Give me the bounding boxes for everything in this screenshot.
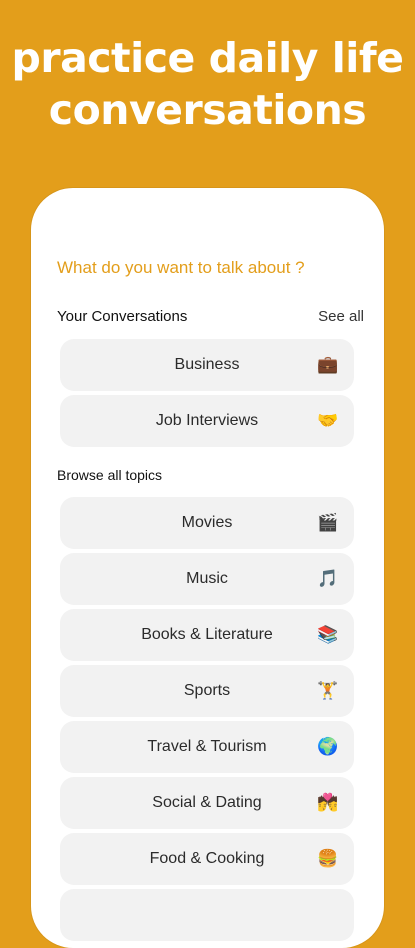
topic-label: Movies bbox=[181, 514, 233, 531]
handshake-icon: 🤝 bbox=[317, 411, 339, 430]
topic-item-sports[interactable]: Sports 🏋 bbox=[60, 665, 354, 717]
topic-label: Sports bbox=[183, 682, 231, 699]
topic-item-movies[interactable]: Movies 🎬 bbox=[60, 497, 354, 549]
couple-kiss-icon: 💏 bbox=[317, 793, 339, 812]
headline-line-2: conversations bbox=[48, 86, 367, 134]
globe-icon: 🌍 bbox=[317, 737, 339, 756]
music-note-icon: 🎵 bbox=[317, 569, 339, 588]
phone-card: What do you want to talk about ? Your Co… bbox=[31, 188, 384, 948]
conversation-item-business[interactable]: Business 💼 bbox=[60, 339, 354, 391]
topic-item-travel-tourism[interactable]: Travel & Tourism 🌍 bbox=[60, 721, 354, 773]
weightlifter-icon: 🏋 bbox=[317, 681, 339, 700]
topic-item-social-dating[interactable]: Social & Dating 💏 bbox=[60, 777, 354, 829]
burger-icon: 🍔 bbox=[317, 849, 339, 868]
briefcase-icon: 💼 bbox=[317, 355, 339, 374]
topic-label: Food & Cooking bbox=[149, 850, 265, 867]
headline-line-1: practice daily life bbox=[11, 34, 404, 82]
topic-item-partial[interactable] bbox=[60, 889, 354, 941]
clapperboard-icon: 🎬 bbox=[317, 513, 339, 532]
browse-topics-title: Browse all topics bbox=[57, 467, 163, 483]
topic-item-books-literature[interactable]: Books & Literature 📚 bbox=[60, 609, 354, 661]
topic-label: Business bbox=[174, 356, 240, 373]
topic-question: What do you want to talk about ? bbox=[57, 258, 305, 277]
your-conversations-title: Your Conversations bbox=[57, 308, 188, 325]
conversation-item-job-interviews[interactable]: Job Interviews 🤝 bbox=[60, 395, 354, 447]
topic-label: Job Interviews bbox=[155, 412, 259, 429]
topic-label: Travel & Tourism bbox=[147, 738, 267, 755]
books-icon: 📚 bbox=[317, 625, 339, 644]
headline: practice daily life conversations bbox=[0, 32, 415, 136]
topic-label: Books & Literature bbox=[141, 626, 273, 643]
topic-item-music[interactable]: Music 🎵 bbox=[60, 553, 354, 605]
topic-label: Social & Dating bbox=[152, 794, 262, 811]
topic-item-food-cooking[interactable]: Food & Cooking 🍔 bbox=[60, 833, 354, 885]
topic-label: Music bbox=[186, 570, 228, 587]
see-all-link[interactable]: See all bbox=[318, 308, 364, 325]
